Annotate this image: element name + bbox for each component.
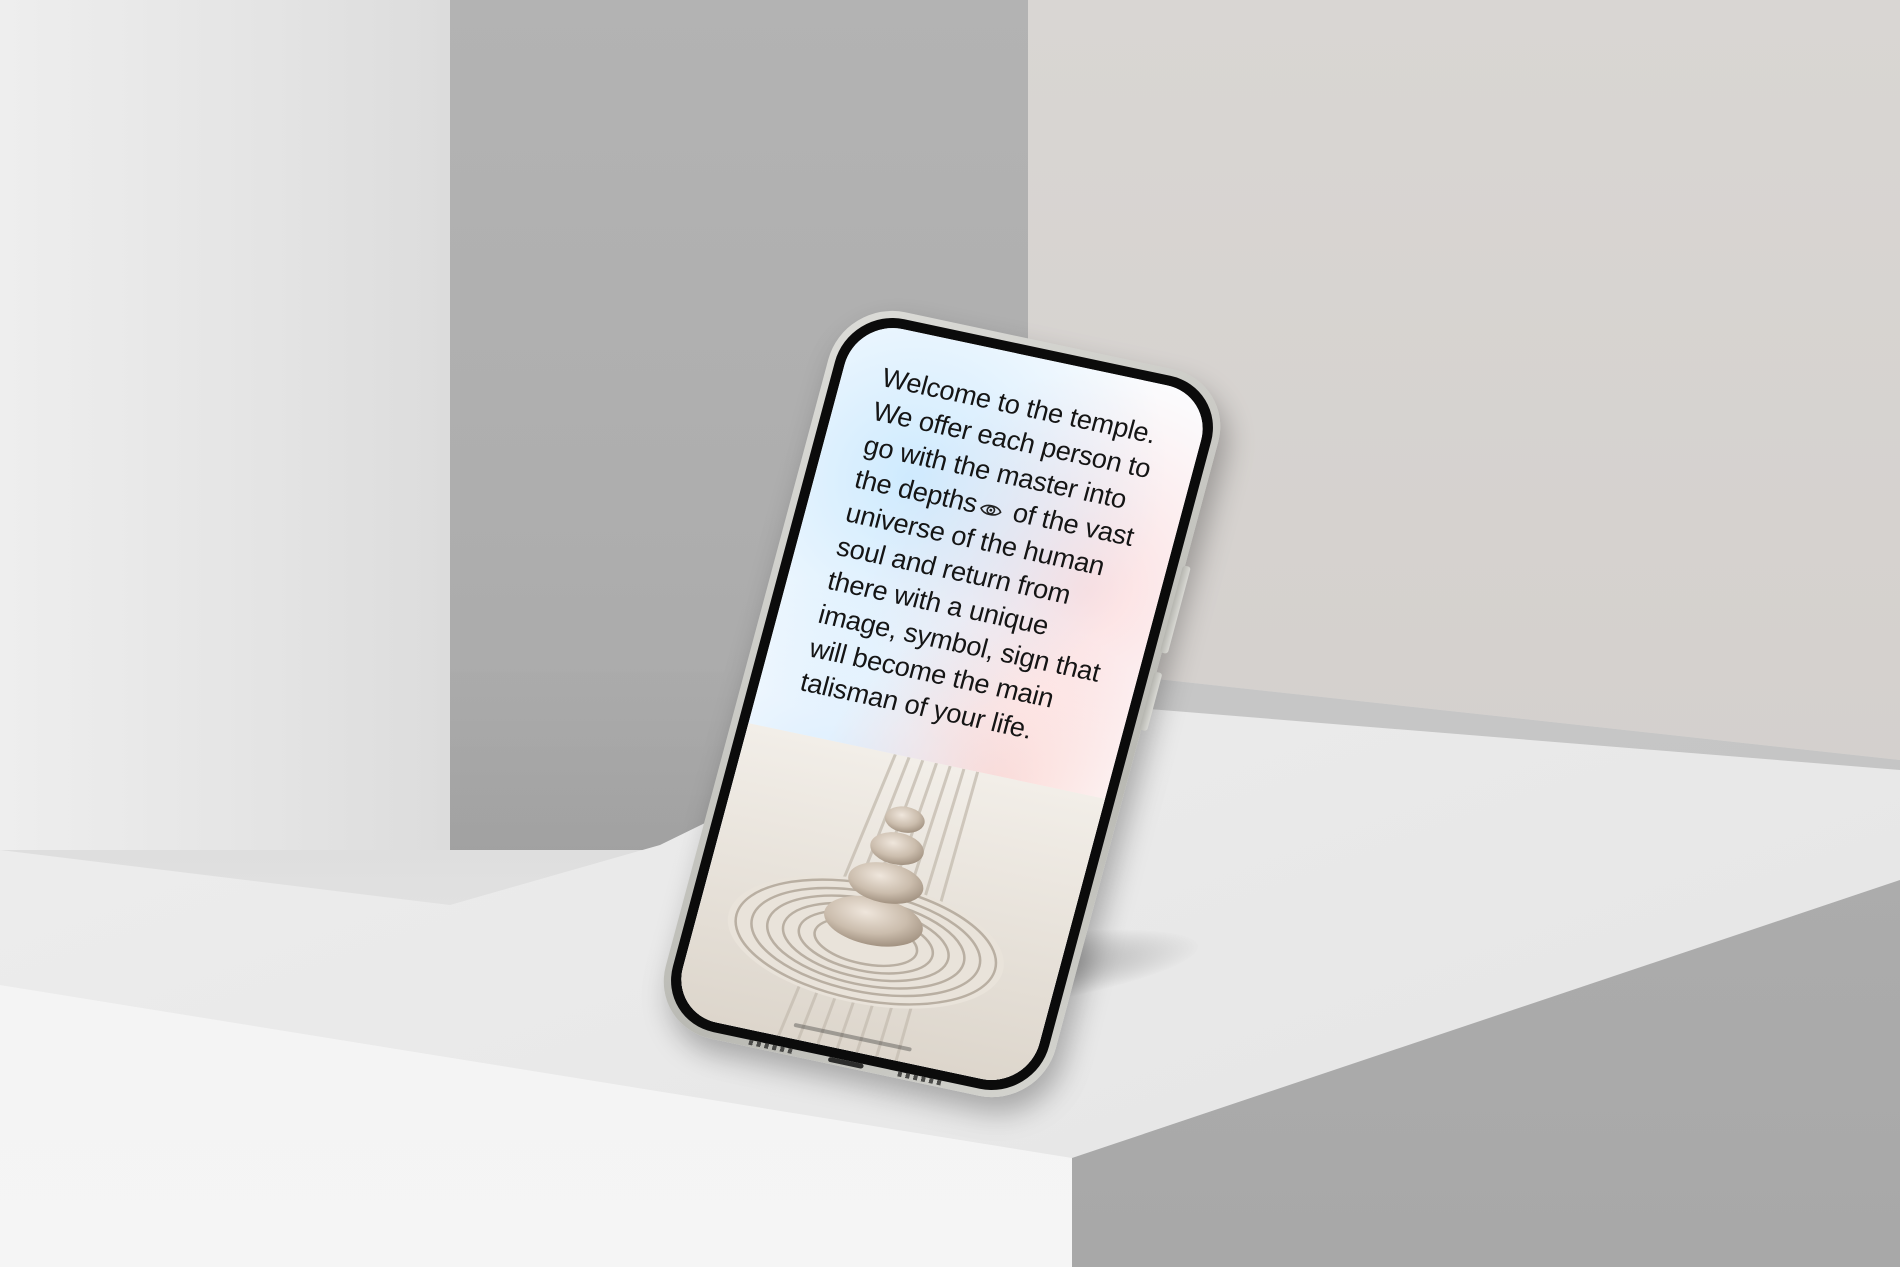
pedestal-left-face — [0, 0, 450, 905]
welcome-text-continued: of the vast universe of the human soul a… — [797, 495, 1138, 745]
mockup-scene: Welcome to the temple. We offer each per… — [0, 0, 1900, 1267]
eye-icon — [980, 491, 1007, 516]
